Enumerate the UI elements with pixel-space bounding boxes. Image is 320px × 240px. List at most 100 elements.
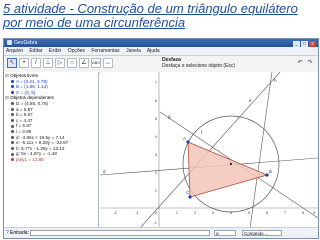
visibility-dot-icon[interactable] xyxy=(11,147,14,150)
menu-janela[interactable]: Janela xyxy=(126,48,141,54)
visibility-dot-icon[interactable] xyxy=(11,124,14,128)
text-tool-icon[interactable]: ABC xyxy=(91,58,101,68)
algebra-item-text: C = (0, 5) xyxy=(16,89,36,95)
toolbar: ↖ • / ⊥ ▷ ○ ∠ ABC ↔ Desfaza Desfaça e se… xyxy=(4,56,318,73)
y-tick-label: 6 xyxy=(155,98,158,103)
circle-tool-icon[interactable]: ○ xyxy=(67,58,77,68)
geogebra-app-icon xyxy=(7,40,12,46)
undo-icon[interactable]: ↶ xyxy=(296,59,304,67)
line-label-d: d xyxy=(103,169,106,174)
y-tick-label: 1 xyxy=(155,188,158,193)
algebra-item-text: h: 5.77x - 1.36y = 13.13 xyxy=(16,145,65,151)
graphics-view[interactable]: A B C d e f g h -2 -1 0 1 2 3 4 5 6 7 8 … xyxy=(100,72,318,228)
visibility-dot-icon[interactable] xyxy=(11,141,14,145)
menu-arquivo[interactable]: Arquivo xyxy=(6,48,23,54)
x-tick-label: 1 xyxy=(176,210,179,215)
x-tick-label: 5 xyxy=(248,210,251,215)
x-tick-label: -1 xyxy=(135,210,139,215)
algebra-item-text: A = (0.21, 4.78) xyxy=(16,78,48,84)
algebra-item-text: d: -4.86x + 19.5y = 7.14 xyxy=(16,134,65,140)
visibility-dot-icon[interactable] xyxy=(11,91,14,95)
y-tick-label: 5 xyxy=(155,116,158,121)
tool-help: Desfaza Desfaça e selecione objeto (Esc) xyxy=(162,57,235,69)
line-label-g: g xyxy=(168,114,171,119)
maximize-button[interactable]: □ xyxy=(301,41,308,47)
visibility-dot-icon[interactable] xyxy=(11,85,14,89)
x-tick-label: 8 xyxy=(302,210,305,215)
x-tick-label: 0 xyxy=(155,210,158,215)
x-tick-label: 6 xyxy=(266,210,269,215)
y-tick-label: 4 xyxy=(155,134,158,139)
slide-title: 5 atividade - Construção de um triângulo… xyxy=(3,1,298,30)
slider-tool-icon[interactable]: ↔ xyxy=(103,58,113,68)
menu-ferramentas[interactable]: Ferramentas xyxy=(91,48,119,54)
x-tick-label: 4 xyxy=(230,210,233,215)
line-label-e: e xyxy=(249,98,252,103)
point-a[interactable] xyxy=(186,140,190,144)
point-label-a: A xyxy=(183,136,186,141)
algebra-item-text: e: -5.11x + 8.29y = -22.97 xyxy=(16,140,69,146)
point-label-b: B xyxy=(269,169,272,174)
algebra-item-text: a = 5.57 xyxy=(16,106,33,112)
command-dropdown[interactable]: Comando ... xyxy=(242,230,282,236)
algebra-item-text: f = 5.87 xyxy=(16,123,32,129)
input-help-icon[interactable]: ? xyxy=(6,230,9,236)
algebra-item-text: D = (4.86, 0.78) xyxy=(16,100,49,106)
visibility-dot-icon[interactable] xyxy=(11,113,14,117)
perpendicular-tool-icon[interactable]: ⊥ xyxy=(43,58,53,68)
window-title: GeoGebra xyxy=(14,40,38,46)
x-tick-label: -2 xyxy=(113,210,117,215)
y-tick-label: 3 xyxy=(155,152,158,157)
x-tick-label: 7 xyxy=(284,210,287,215)
triangle-poly1[interactable] xyxy=(187,141,269,198)
line-label-h: h xyxy=(274,78,277,83)
angle-tool-icon[interactable]: ∠ xyxy=(79,58,89,68)
visibility-dot-icon[interactable] xyxy=(11,102,14,106)
visibility-dot-icon[interactable] xyxy=(11,135,14,139)
line-tool-icon[interactable]: / xyxy=(31,58,41,68)
tool-help-text: Desfaça e selecione objeto (Esc) xyxy=(162,63,236,69)
y-tick-label: -1 xyxy=(153,220,157,225)
visibility-dot-icon[interactable] xyxy=(11,152,14,156)
redo-icon[interactable]: ↷ xyxy=(306,59,314,67)
input-bar: ? Entrada: α Comando ... xyxy=(4,227,318,238)
x-tick-label: 9 xyxy=(313,210,316,215)
point-c[interactable] xyxy=(188,195,192,199)
minimize-button[interactable]: _ xyxy=(293,41,300,47)
window-titlebar: GeoGebra _ □ x xyxy=(4,39,318,47)
algebra-view: Objetos livres A = (0.21, 4.78) B = (1.8… xyxy=(4,72,99,228)
point-tool-icon[interactable]: • xyxy=(19,58,29,68)
polygon-tool-icon[interactable]: ▷ xyxy=(55,58,65,68)
algebra-item-text: i = 3.99 xyxy=(16,128,32,134)
symbol-dropdown[interactable]: α xyxy=(214,230,236,236)
algebra-item-text: B = (1.86, 1.14) xyxy=(16,84,48,90)
visibility-dot-icon[interactable] xyxy=(11,130,14,134)
algebra-item-text: poly1 = 13.88 xyxy=(16,156,44,162)
graphics-canvas[interactable]: A B C d e f g h -2 -1 0 1 2 3 4 5 6 7 8 … xyxy=(100,72,318,228)
algebra-item-text: c = 4.47 xyxy=(16,117,33,123)
algebra-item-text: g: 5x - 4.87y = -1.48 xyxy=(16,151,57,157)
input-field[interactable] xyxy=(30,230,210,236)
move-tool-icon[interactable]: ↖ xyxy=(7,58,17,68)
input-label: Entrada: xyxy=(10,230,29,236)
x-tick-label: 2 xyxy=(194,210,197,215)
line-f[interactable] xyxy=(249,72,273,228)
algebra-item-polygon[interactable]: poly1 = 13.88 xyxy=(5,157,97,163)
y-tick-label: 7 xyxy=(155,80,158,85)
menu-exibir[interactable]: Exibir xyxy=(49,48,62,54)
algebra-item-text: b = 5.57 xyxy=(16,112,33,118)
visibility-dot-icon[interactable] xyxy=(11,107,14,111)
menu-bar: Arquivo Editar Exibir Opções Ferramentas… xyxy=(4,47,318,56)
circle-center[interactable] xyxy=(229,162,233,166)
menu-opcoes[interactable]: Opções xyxy=(68,48,85,54)
visibility-dot-icon[interactable] xyxy=(11,119,14,123)
window-controls: _ □ x xyxy=(292,40,316,47)
close-button[interactable]: x xyxy=(309,41,316,47)
x-tick-label: 3 xyxy=(212,210,215,215)
menu-editar[interactable]: Editar xyxy=(29,48,42,54)
line-e[interactable] xyxy=(139,72,281,228)
geogebra-window: GeoGebra _ □ x Arquivo Editar Exibir Opçõe… xyxy=(3,38,319,239)
visibility-dot-icon[interactable] xyxy=(11,158,14,162)
menu-ajuda[interactable]: Ajuda xyxy=(147,48,160,54)
visibility-dot-icon[interactable] xyxy=(11,79,14,83)
